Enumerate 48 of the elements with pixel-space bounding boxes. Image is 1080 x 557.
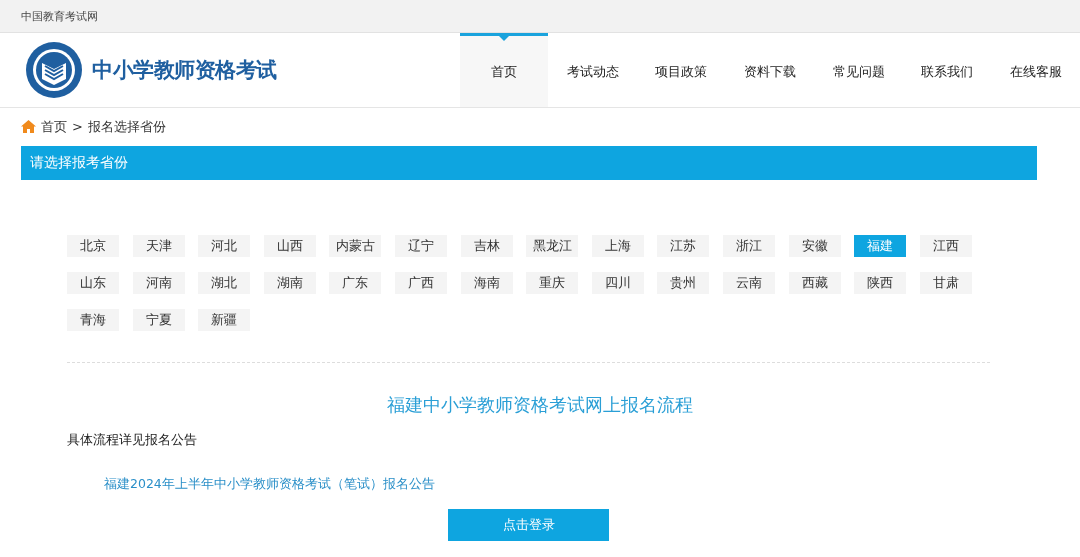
province-button[interactable]: 湖南 <box>263 272 316 294</box>
province-button[interactable]: 天津 <box>132 235 185 257</box>
province-button[interactable]: 安徽 <box>788 235 841 257</box>
province-button[interactable]: 重庆 <box>526 272 579 294</box>
province-button[interactable]: 江苏 <box>657 235 710 257</box>
section-title-bar: 请选择报考省份 <box>21 146 1037 180</box>
province-button[interactable]: 内蒙古 <box>329 235 382 257</box>
province-button[interactable]: 河北 <box>198 235 251 257</box>
nav-tab[interactable]: 考试动态 <box>548 33 638 107</box>
province-button[interactable]: 浙江 <box>722 235 775 257</box>
breadcrumb-current: 报名选择省份 <box>87 117 166 136</box>
nav-tab[interactable]: 在线客服 <box>991 33 1080 107</box>
breadcrumb-link[interactable]: 首页 <box>41 117 67 136</box>
province-button[interactable]: 山西 <box>263 235 316 257</box>
province-button[interactable]: 云南 <box>722 272 775 294</box>
province-button[interactable]: 四川 <box>591 272 644 294</box>
process-note: 具体流程详见报名公告 <box>67 431 198 449</box>
nav-tab[interactable]: 联系我们 <box>902 33 992 107</box>
province-button[interactable]: 宁夏 <box>132 309 185 331</box>
province-button[interactable]: 青海 <box>67 309 119 331</box>
province-button[interactable]: 河南 <box>132 272 185 294</box>
process-title: 福建中小学教师资格考试网上报名流程 <box>386 393 694 417</box>
province-button[interactable]: 辽宁 <box>394 235 447 257</box>
province-button[interactable]: 甘肃 <box>919 272 972 294</box>
province-button[interactable]: 西藏 <box>788 272 841 294</box>
province-button[interactable]: 海南 <box>460 272 513 294</box>
site-name[interactable]: 中国教育考试网 <box>21 8 98 24</box>
province-button[interactable]: 新疆 <box>198 309 251 331</box>
province-button[interactable]: 上海 <box>591 235 644 257</box>
nav-tab[interactable]: 首页 <box>459 33 549 107</box>
nav-tab[interactable]: 项目政策 <box>637 33 726 107</box>
province-button[interactable]: 广东 <box>329 272 382 294</box>
province-button[interactable]: 江西 <box>919 235 972 257</box>
nav-tab[interactable]: 资料下载 <box>725 33 815 107</box>
nav-tab[interactable]: 常见问题 <box>814 33 903 107</box>
announcement-link[interactable]: 福建2024年上半年中小学教师资格考试（笔试）报名公告 <box>104 476 1080 493</box>
province-button[interactable]: 山东 <box>67 272 119 294</box>
province-button[interactable]: 吉林 <box>460 235 513 257</box>
breadcrumb-separator: > <box>72 119 83 134</box>
province-button[interactable]: 陕西 <box>854 272 907 294</box>
province-button[interactable]: 贵州 <box>657 272 710 294</box>
home-icon <box>21 120 36 133</box>
province-button[interactable]: 黑龙江 <box>526 235 579 257</box>
province-button[interactable]: 广西 <box>394 272 447 294</box>
logo-emblem-icon <box>25 41 83 99</box>
province-button[interactable]: 北京 <box>67 235 119 257</box>
logo-title[interactable]: 中小学教师资格考试 <box>92 56 277 84</box>
province-button[interactable]: 湖北 <box>198 272 251 294</box>
